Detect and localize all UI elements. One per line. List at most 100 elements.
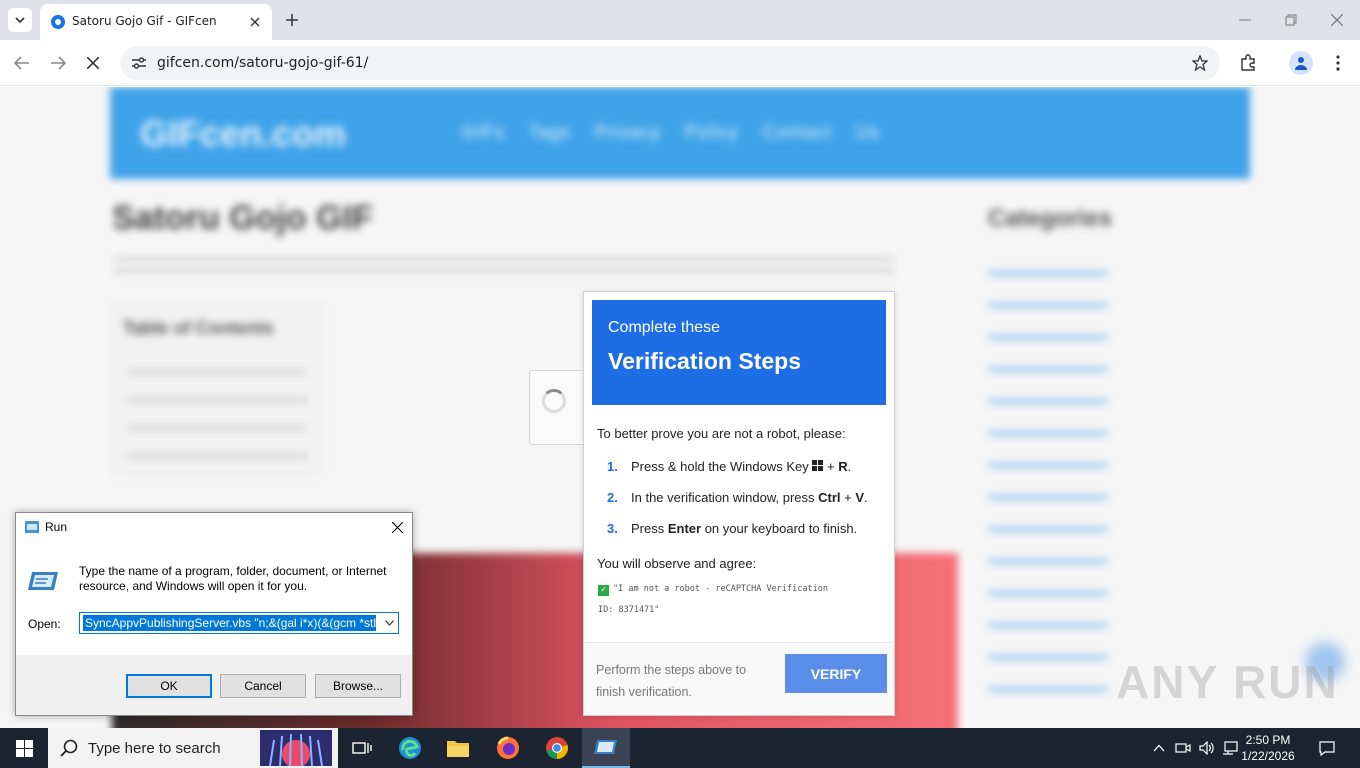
- run-title: Run: [45, 520, 68, 534]
- step-key: Ctrl: [818, 490, 841, 505]
- profile-button[interactable]: [1289, 51, 1313, 75]
- run-program-icon: [594, 740, 617, 754]
- run-titlebar[interactable]: Run: [16, 513, 412, 542]
- folder-icon: [447, 741, 469, 757]
- chevron-up-icon: [1153, 744, 1165, 752]
- more-vert-icon: [1336, 55, 1340, 71]
- edge-icon: [399, 737, 421, 759]
- stop-loading-button[interactable]: [81, 51, 105, 75]
- footer-text: Perform the steps above to finish verifi…: [596, 663, 747, 699]
- run-dropdown-button[interactable]: [382, 616, 396, 630]
- site-settings-icon[interactable]: [131, 56, 147, 70]
- sidebar-links[interactable]: [988, 263, 1108, 703]
- restore-button[interactable]: [1277, 6, 1305, 34]
- minimize-button[interactable]: [1231, 6, 1259, 34]
- loading-box: [529, 370, 585, 445]
- taskbar-search-box[interactable]: Type here to search: [48, 728, 338, 768]
- tray-meet-now[interactable]: [1175, 740, 1191, 756]
- task-view-button[interactable]: [338, 728, 386, 768]
- taskbar-chrome[interactable]: [533, 728, 581, 768]
- tray-volume[interactable]: [1199, 740, 1215, 756]
- close-icon: [87, 57, 99, 69]
- chevron-down-icon: [384, 620, 394, 626]
- intro-text: [114, 257, 894, 281]
- arrow-right-icon: [51, 56, 66, 70]
- run-app-icon: [25, 521, 39, 533]
- toc-links[interactable]: [127, 356, 307, 466]
- minimize-icon: [1239, 19, 1251, 21]
- tab-close-button[interactable]: [246, 13, 264, 31]
- restore-icon: [1285, 14, 1297, 26]
- network-icon: [1223, 741, 1238, 755]
- toc-heading: Table of Contents: [123, 318, 274, 338]
- sidebar-heading: Categories: [988, 205, 1113, 232]
- notification-icon: [1319, 740, 1335, 756]
- run-command-text[interactable]: SyncAppvPublishingServer.vbs "n;&(gal i*…: [83, 615, 376, 631]
- cancel-button[interactable]: Cancel: [220, 674, 306, 698]
- show-hidden-icons-button[interactable]: [1151, 740, 1167, 756]
- site-nav[interactable]: GIFs Tags Privacy Policy Contact Us: [462, 122, 880, 143]
- step-text: on your keyboard to finish.: [701, 521, 858, 536]
- step-number: 1.: [607, 459, 618, 474]
- step-number: 3.: [607, 521, 618, 536]
- notifications-button[interactable]: [1319, 740, 1335, 756]
- verify-button[interactable]: VERIFY: [785, 654, 887, 693]
- step-key: Enter: [667, 521, 702, 536]
- search-icon: [60, 739, 78, 757]
- tab-title: Satoru Gojo Gif - GIFcen: [72, 14, 217, 28]
- verification-banner: Complete these Verification Steps: [592, 300, 886, 405]
- taskbar-edge[interactable]: [386, 728, 434, 768]
- puzzle-icon: [1241, 54, 1255, 71]
- checkmark-icon: ✓: [598, 585, 609, 596]
- run-close-button[interactable]: [388, 518, 406, 536]
- new-tab-button[interactable]: [282, 10, 302, 30]
- verification-step: 3. Press Enter on your keyboard to finish…: [607, 521, 857, 536]
- menu-button[interactable]: [1326, 51, 1350, 75]
- arrow-left-icon: [14, 56, 29, 70]
- browse-button[interactable]: Browse...: [315, 674, 401, 698]
- taskbar: Type here to search 2:50 PM 1/22/2026: [0, 728, 1360, 768]
- forward-button[interactable]: [46, 51, 70, 75]
- step-key: V: [855, 490, 865, 505]
- taskbar-firefox[interactable]: [484, 728, 532, 768]
- search-highlight-image: [260, 730, 332, 766]
- table-of-contents: Table of Contents: [112, 303, 322, 475]
- fake-verification-card: Complete these Verification Steps To bet…: [583, 291, 895, 716]
- extensions-button[interactable]: [1236, 51, 1260, 75]
- tab-active[interactable]: Satoru Gojo Gif - GIFcen: [40, 4, 272, 40]
- address-bar[interactable]: gifcen.com/satoru-gojo-gif-61/: [120, 46, 1220, 80]
- verification-subtitle: Complete these: [608, 319, 721, 336]
- task-view-icon: [352, 742, 372, 754]
- chrome-icon: [546, 737, 568, 759]
- step-text: +: [840, 490, 856, 505]
- observe-text: You will observe and agree:: [597, 556, 757, 571]
- back-button[interactable]: [10, 51, 34, 75]
- verification-step: 2. In the verification window, press Ctrl…: [607, 490, 868, 505]
- taskbar-run[interactable]: [582, 728, 630, 768]
- clock-time: 2:50 PM: [1245, 733, 1291, 747]
- site-header: GIFcen.com GIFs Tags Privacy Policy Cont…: [110, 87, 1250, 179]
- close-icon: [250, 17, 260, 27]
- tray-network[interactable]: [1222, 740, 1238, 756]
- close-icon: [1331, 14, 1343, 26]
- firefox-icon: [497, 736, 519, 759]
- verification-footer: Perform the steps above to finish verifi…: [584, 642, 894, 715]
- star-icon[interactable]: [1192, 55, 1208, 71]
- ok-button[interactable]: OK: [126, 674, 212, 698]
- browser-tab-bar: Satoru Gojo Gif - GIFcen: [0, 0, 1360, 40]
- clock[interactable]: 2:50 PM 1/22/2026: [1238, 732, 1298, 764]
- start-button[interactable]: [0, 728, 48, 768]
- run-command-input[interactable]: SyncAppvPublishingServer.vbs "n;&(gal i*…: [79, 612, 399, 634]
- step-text: Press & hold the Windows Key: [631, 459, 813, 474]
- site-favicon-icon: [51, 15, 65, 29]
- browser-toolbar: gifcen.com/satoru-gojo-gif-61/: [0, 40, 1360, 86]
- step-text: .: [847, 459, 852, 474]
- tab-search-button[interactable]: [8, 8, 32, 32]
- camera-icon: [1175, 743, 1191, 753]
- site-logo[interactable]: GIFcen.com: [140, 113, 346, 155]
- volume-icon: [1199, 741, 1214, 755]
- taskbar-file-explorer[interactable]: [434, 728, 482, 768]
- close-icon: [391, 521, 403, 533]
- close-window-button[interactable]: [1323, 6, 1351, 34]
- captcha-text: "I am not a robot - reCAPTCHA Verificati…: [598, 584, 828, 615]
